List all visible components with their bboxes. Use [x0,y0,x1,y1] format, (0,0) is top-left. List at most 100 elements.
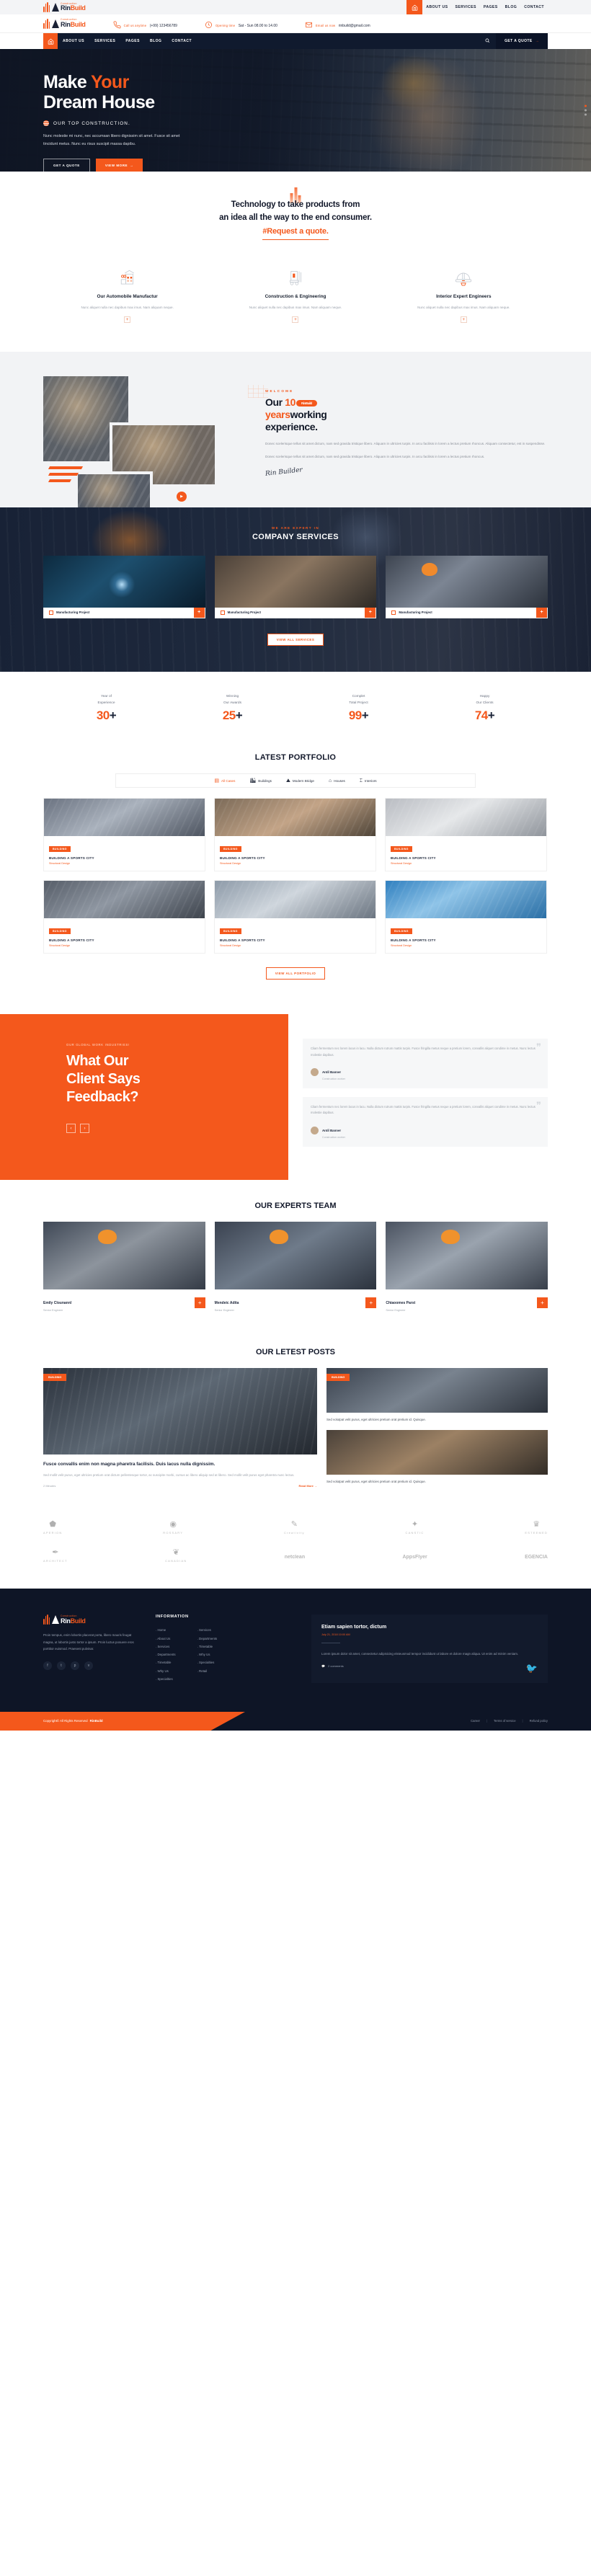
slider-dot-3[interactable] [585,113,587,116]
footer-bottom-link-refund[interactable]: Refund policy [530,1719,548,1723]
footer-link[interactable]: . Departments [197,1635,218,1643]
nav-item-contact[interactable]: CONTACT [166,39,197,43]
footer-bottom-link-terms[interactable]: Terms of service [494,1719,515,1723]
get-a-quote-button[interactable]: GET A QUOTE → [496,33,548,49]
topnav-item-2[interactable]: PAGES [480,5,502,9]
team-member[interactable]: Mendeic Adita Senior Engineer + [214,1221,377,1312]
brand-name: Creativity [284,1531,305,1535]
plus-button[interactable]: + [193,607,205,618]
plus-button[interactable]: + [365,607,376,618]
play-icon[interactable]: ▶ [177,492,187,502]
brand-name: ROSSARY [163,1531,184,1535]
topnav-item-3[interactable]: BLOG [502,5,521,9]
slider-dot-1[interactable] [585,105,587,107]
footer-link[interactable]: . Timetable [156,1658,176,1666]
service-card-interior[interactable]: Interior Expert Engineers Nunc aliquet n… [380,265,548,324]
team-member-photo [43,1221,205,1289]
avatar [311,1067,319,1076]
hero-get-a-quote-button[interactable]: GET A QUOTE [43,158,90,172]
home-icon[interactable] [43,33,58,49]
footer-links-col-1: . Home . About Us . Services . Departmen… [156,1626,176,1683]
portfolio-item[interactable]: BUILDING BUILDING A SPORTS CITY Structur… [214,798,376,872]
portfolio-image [215,881,376,919]
facebook-icon[interactable]: f [43,1661,52,1671]
prev-arrow-button[interactable]: ‹ [66,1124,76,1134]
footer-link[interactable]: . Specialties [197,1658,218,1666]
home-icon[interactable] [406,0,423,14]
team-member[interactable]: Emily Clounannl Senior Engineer + [43,1221,205,1312]
portfolio-tag: BUILDING [391,928,412,935]
footer-link[interactable]: . About Us [156,1635,176,1643]
next-arrow-button[interactable]: › [80,1124,89,1134]
twitter-icon[interactable]: t [57,1661,66,1671]
company-service-card[interactable]: Manufacturing Project + [214,555,377,618]
service-plus-button[interactable]: + [460,316,467,324]
filter-buildings[interactable]: 🏙 Buildings [249,778,272,783]
portfolio-item[interactable]: BUILDING BUILDING A SPORTS CITY Structur… [214,880,376,954]
service-plus-button[interactable]: + [124,316,131,324]
hero-view-more-label: VIEW MORE [105,163,128,167]
logo-main[interactable]: Construction RinBuild [43,18,86,29]
brand-logo: ✦ CANSTIC [406,1521,425,1535]
portfolio-item-title: BUILDING A SPORTS CITY [220,938,265,943]
slider-dot-2[interactable] [585,109,587,112]
filter-modern-bridge[interactable]: ⛰ Modern Bridge [286,778,314,783]
testimonials-title-1: What Our [66,1053,129,1070]
plus-button[interactable]: + [194,1297,205,1309]
info-phone-title: Call us anytime [123,23,147,27]
post-side[interactable]: Sed volutpat velit purus, eget ultricies… [326,1430,548,1485]
post-side[interactable]: BUILDING Sed volutpat velit purus, eget … [326,1367,548,1423]
checkbox-icon [220,610,225,615]
service-card-automobile[interactable]: Our Automobile Manufactur Nunc aliquet n… [43,265,211,324]
view-all-portfolio-button[interactable]: VIEW ALL PORTFOLIO [265,967,326,980]
footer-link[interactable]: . Services [197,1626,218,1634]
company-service-card[interactable]: Manufacturing Project + [43,555,205,618]
nav-item-pages[interactable]: PAGES [120,39,145,43]
footer-link[interactable]: . Specialties [156,1675,176,1683]
info-hours-title: Opening time [215,23,236,27]
search-icon[interactable] [479,38,496,45]
footer-link[interactable]: . Why Us [197,1651,218,1658]
plus-button[interactable]: + [536,607,548,618]
read-more-link[interactable]: Read More → [298,1484,317,1488]
footer-link[interactable]: . Timetable [197,1643,218,1651]
team-member[interactable]: Chiaoomes Parst Senior Engineer + [386,1221,548,1312]
topnav-item-0[interactable]: ABOUT US [422,5,451,9]
view-all-services-button[interactable]: VIEW ALL SERVICES [267,633,324,646]
post-main[interactable]: BUILDING Fusce convallis enim non magna … [43,1367,317,1488]
nav-item-about-us[interactable]: ABOUT US [58,39,89,43]
brand-logo: ✎ Creativity [284,1521,305,1535]
topnav-item-4[interactable]: CONTACT [520,5,548,9]
service-plus-button[interactable]: + [292,316,299,324]
footer-link[interactable]: . Services [156,1643,176,1651]
hero-slider-dots[interactable] [585,103,587,118]
nav-item-services[interactable]: SERVICES [89,39,120,43]
nav-item-blog[interactable]: BLOG [145,39,166,43]
portfolio-item[interactable]: BUILDING BUILDING A SPORTS CITY Structur… [385,798,547,872]
portfolio-item[interactable]: BUILDING BUILDING A SPORTS CITY Structur… [43,798,205,872]
logo-footer[interactable]: Construction RinBuild [43,1615,137,1625]
vimeo-icon[interactable]: v [84,1661,93,1671]
footer-link[interactable]: . Why Us [156,1667,176,1675]
footer-bottom-link-career[interactable]: Career [471,1719,480,1723]
hero-view-more-button[interactable]: VIEW MORE → [95,158,143,172]
topnav-item-1[interactable]: SERVICES [452,5,480,9]
filter-interiors[interactable]: ⌶ Interiors [360,778,377,783]
footer-link[interactable]: . Departments [156,1651,176,1658]
company-service-card[interactable]: Manufacturing Project + [386,555,548,618]
technology-hashtag[interactable]: #Request a quote. [262,226,329,240]
footer-link[interactable]: . Retail [197,1667,218,1675]
service-card-construction[interactable]: Construction & Engineering Nunc aliquet … [211,265,379,324]
bridge-icon: ⛰ [285,778,290,783]
portfolio-image [44,799,205,837]
plus-button[interactable]: + [365,1297,377,1309]
logo-top[interactable]: Construction RinBuild [43,2,86,12]
info-bar: Construction RinBuild Call us anytime (+… [0,14,591,33]
filter-houses[interactable]: ⌂ Houses [329,778,345,783]
filter-all-cases[interactable]: ▤ All Cases [214,778,235,783]
portfolio-item[interactable]: BUILDING BUILDING A SPORTS CITY Structur… [43,880,205,954]
portfolio-item[interactable]: BUILDING BUILDING A SPORTS CITY Structur… [385,880,547,954]
plus-button[interactable]: + [537,1297,548,1309]
footer-link[interactable]: . Home [156,1626,176,1634]
pinterest-icon[interactable]: p [71,1661,79,1671]
